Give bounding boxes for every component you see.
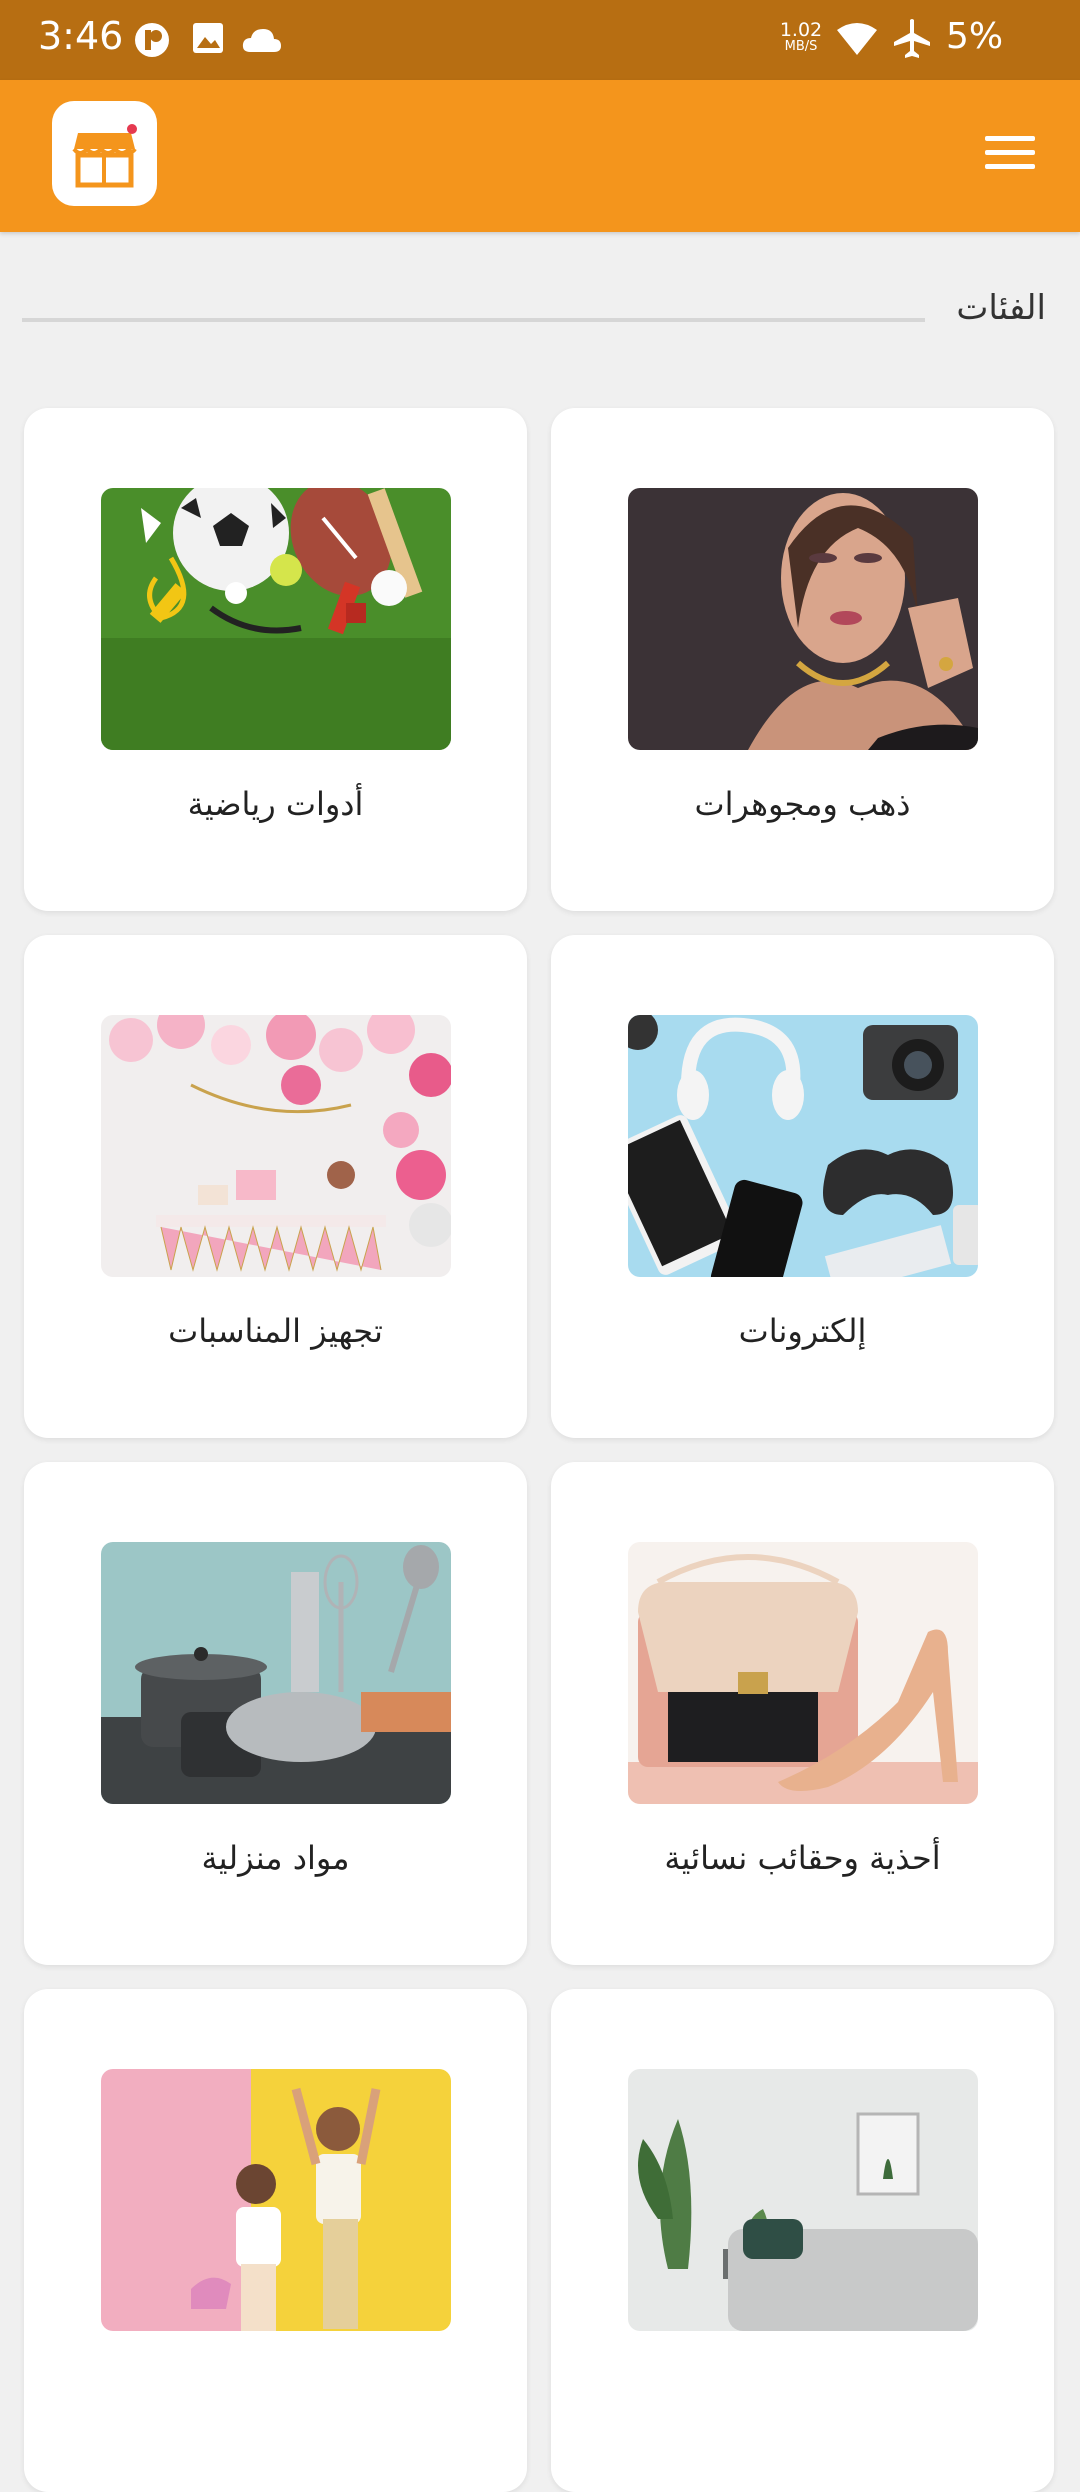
network-speed: 1.02 MB/S	[779, 19, 823, 54]
app-bar	[0, 80, 1080, 232]
status-time: 3:46	[38, 14, 124, 58]
category-card-events[interactable]: تجهيز المناسبات	[24, 935, 527, 1438]
wifi-icon	[837, 23, 877, 55]
category-label: تجهيز المناسبات	[168, 1312, 383, 1350]
category-card-kids[interactable]	[24, 1989, 527, 2492]
hamburger-menu-icon[interactable]	[985, 136, 1035, 176]
category-card-home-goods[interactable]: مواد منزلية	[24, 1462, 527, 1965]
electronics-photo	[628, 1015, 978, 1277]
cloud-icon	[242, 29, 281, 52]
category-card-jewelry[interactable]: ذهب ومجوهرات	[551, 408, 1054, 911]
image-icon	[193, 23, 223, 53]
section-title: الفئات	[956, 288, 1046, 328]
battery-level: 5%	[946, 16, 1004, 57]
category-label: أدوات رياضية	[187, 785, 364, 823]
airplane-icon	[894, 19, 930, 58]
store-icon	[72, 124, 137, 188]
jewelry-woman-photo	[628, 488, 978, 750]
shoes-bag-photo	[628, 1542, 978, 1804]
category-card-furniture[interactable]	[551, 1989, 1054, 2492]
status-bar: 3:46 1.02 MB/S 5%	[0, 0, 1080, 80]
sports-equipment-photo	[101, 488, 451, 750]
app-icon	[135, 23, 169, 57]
category-card-electronics[interactable]: إلكترونات	[551, 935, 1054, 1438]
kitchenware-photo	[101, 1542, 451, 1804]
store-logo[interactable]	[52, 101, 157, 206]
section-divider	[22, 318, 925, 322]
kids-photo	[101, 2069, 451, 2331]
category-card-shoes-bags[interactable]: أحذية وحقائب نسائية	[551, 1462, 1054, 1965]
category-label: أحذية وحقائب نسائية	[664, 1839, 941, 1877]
category-card-sports[interactable]: أدوات رياضية	[24, 408, 527, 911]
category-label: إلكترونات	[738, 1312, 867, 1350]
category-label: ذهب ومجوهرات	[694, 785, 911, 823]
party-decor-photo	[101, 1015, 451, 1277]
category-label: مواد منزلية	[201, 1839, 350, 1877]
living-room-photo	[628, 2069, 978, 2331]
